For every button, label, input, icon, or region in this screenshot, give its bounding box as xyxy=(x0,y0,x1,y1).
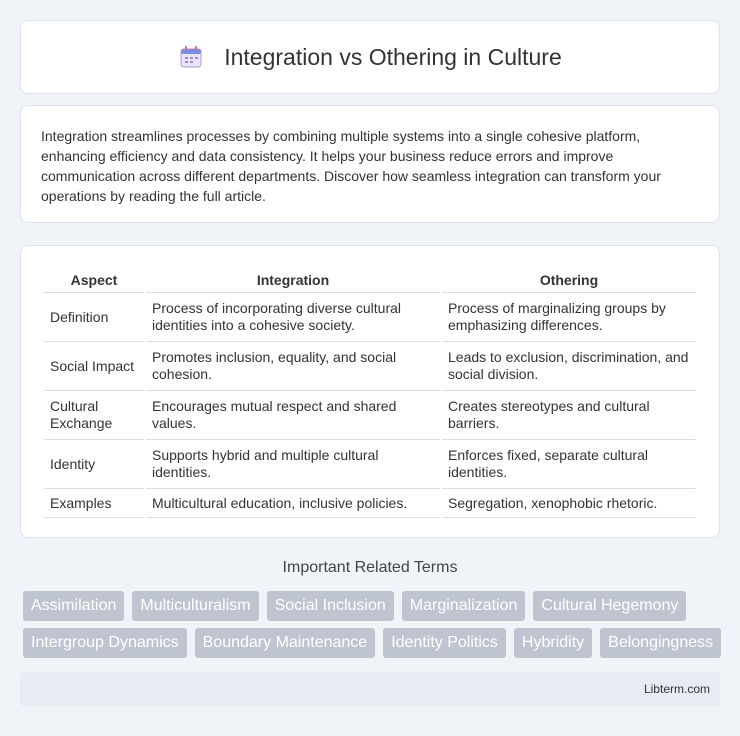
tag-cultural-hegemony[interactable]: Cultural Hegemony xyxy=(533,591,687,621)
comparison-table-card: Aspect Integration Othering Definition P… xyxy=(20,245,720,538)
intro-card: Integration streamlines processes by com… xyxy=(20,105,720,223)
related-terms-title: Important Related Terms xyxy=(282,559,458,576)
tag-social-inclusion[interactable]: Social Inclusion xyxy=(266,591,394,621)
table-cell: Process of incorporating diverse cultura… xyxy=(146,292,440,341)
table-cell: Leads to exclusion, discrimination, and … xyxy=(442,341,696,390)
table-cell: Supports hybrid and multiple cultural id… xyxy=(146,439,440,488)
table-cell: Examples xyxy=(44,488,144,518)
calendar-icon xyxy=(178,44,204,70)
table-cell: Promotes inclusion, equality, and social… xyxy=(146,341,440,390)
table-cell: Process of marginalizing groups by empha… xyxy=(442,292,696,341)
tag-assimilation[interactable]: Assimilation xyxy=(23,591,125,621)
table-row: Definition Process of incorporating dive… xyxy=(44,292,696,341)
intro-text: Integration streamlines processes by com… xyxy=(41,128,661,204)
table-cell: Encourages mutual respect and shared val… xyxy=(146,390,440,439)
page-title: Integration vs Othering in Culture xyxy=(224,43,562,70)
table-row: Cultural Exchange Encourages mutual resp… xyxy=(44,390,696,439)
tag-hybridity[interactable]: Hybridity xyxy=(513,628,593,658)
table-cell: Identity xyxy=(44,439,144,488)
table-cell: Multicultural education, inclusive polic… xyxy=(146,488,440,518)
table-row: Identity Supports hybrid and multiple cu… xyxy=(44,439,696,488)
related-terms-tags: Assimilation Multiculturalism Social Inc… xyxy=(23,591,723,665)
table-header-aspect: Aspect xyxy=(70,272,118,288)
tag-identity-politics[interactable]: Identity Politics xyxy=(383,628,506,658)
table-cell: Social Impact xyxy=(44,341,144,390)
tag-belongingness[interactable]: Belongingness xyxy=(600,628,722,658)
tag-intergroup-dynamics[interactable]: Intergroup Dynamics xyxy=(23,628,187,658)
table-cell: Enforces fixed, separate cultural identi… xyxy=(442,439,696,488)
footer-site-link[interactable]: Libterm.com xyxy=(644,682,710,696)
table-cell: Definition xyxy=(44,292,144,341)
header-card: Integration vs Othering in Culture xyxy=(20,20,720,94)
table-cell: Segregation, xenophobic rhetoric. xyxy=(442,488,696,518)
table-header-othering: Othering xyxy=(539,272,599,288)
comparison-table: Aspect Integration Othering Definition P… xyxy=(42,264,698,518)
tag-marginalization[interactable]: Marginalization xyxy=(401,591,526,621)
table-cell: Cultural Exchange xyxy=(44,390,144,439)
footer: Libterm.com xyxy=(20,672,720,706)
tag-row: Assimilation Multiculturalism Social Inc… xyxy=(23,591,723,621)
tag-boundary-maintenance[interactable]: Boundary Maintenance xyxy=(194,628,376,658)
table-row: Examples Multicultural education, inclus… xyxy=(44,488,696,518)
table-cell: Creates stereotypes and cultural barrier… xyxy=(442,390,696,439)
tag-multiculturalism[interactable]: Multiculturalism xyxy=(132,591,259,621)
table-row: Social Impact Promotes inclusion, equali… xyxy=(44,341,696,390)
table-header-integration: Integration xyxy=(256,272,330,288)
tag-row: Intergroup Dynamics Boundary Maintenance… xyxy=(23,628,723,658)
